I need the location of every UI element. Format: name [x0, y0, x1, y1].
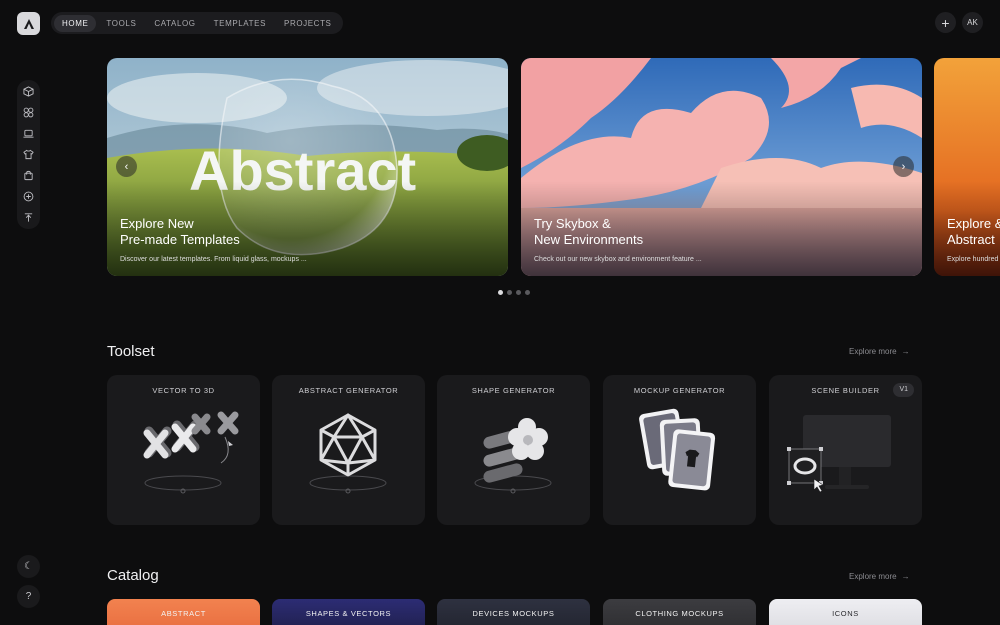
brand-logo[interactable] [17, 12, 40, 35]
hero-subtitle: Explore hundred [947, 256, 999, 263]
nav-catalog[interactable]: CATALOG [146, 15, 203, 32]
catalog-card-label: SHAPES & VECTORS [305, 609, 392, 618]
carousel-dot[interactable] [507, 290, 512, 295]
upload-icon [24, 213, 33, 222]
hero-title: Try Skybox & New Environments [534, 216, 644, 247]
sidebar-toolbar [17, 80, 40, 229]
explore-label: Explore more [849, 572, 897, 581]
moon-icon: ☾ [24, 561, 33, 572]
tool-vector-to-3d[interactable]: VECTOR TO 3D [107, 375, 260, 525]
laptop-icon [23, 129, 34, 138]
icosahedron-icon [309, 413, 387, 494]
sidebar-item-clothing[interactable] [22, 148, 35, 161]
chevron-right-icon: › [901, 160, 906, 173]
hero-subtitle: Check out our new skybox and environment… [534, 256, 702, 263]
catalog-card-shapes-vectors[interactable]: SHAPES & VECTORS [272, 599, 425, 625]
shape-icon [474, 418, 552, 494]
hero-title: Explore New Pre-made Templates [120, 216, 240, 247]
avatar-initials: AK [967, 18, 978, 27]
sidebar-item-shapes[interactable] [22, 106, 35, 119]
logo-mark-icon [23, 18, 34, 29]
catalog-card-label: ABSTRACT [161, 609, 206, 618]
tool-scene-builder[interactable]: SCENE BUILDER V1 [769, 375, 922, 525]
catalog-card-devices-mockups[interactable]: DEVICES MOCKUPS [437, 599, 590, 625]
tool-shape-generator[interactable]: SHAPE GENERATOR [437, 375, 590, 525]
toolset-title: Toolset [107, 343, 155, 360]
plus-icon: + [941, 14, 950, 31]
tool-abstract-generator[interactable]: ABSTRACT GENERATOR [272, 375, 425, 525]
carousel-prev-button[interactable]: ‹ [116, 156, 137, 177]
catalog-card-abstract[interactable]: ABSTRACT [107, 599, 260, 625]
hero-slide-templates[interactable]: Abstract Explore New Pre-made Templates … [107, 58, 508, 276]
carousel-dot[interactable] [516, 290, 521, 295]
catalog-card-clothing-mockups[interactable]: CLOTHING MOCKUPS [603, 599, 756, 625]
nav-home[interactable]: HOME [54, 14, 97, 32]
chevron-left-icon: ‹ [124, 160, 129, 173]
theme-toggle-button[interactable]: ☾ [17, 555, 40, 578]
shapes-icon [23, 107, 34, 118]
hero-slide-abstract[interactable]: Explore & Abstract Explore hundred [934, 58, 1000, 276]
nav-templates[interactable]: TEMPLATES [206, 15, 274, 32]
sidebar-item-devices[interactable] [22, 127, 35, 140]
mockup-cards-icon [639, 408, 716, 491]
tshirt-icon [23, 149, 34, 160]
add-button[interactable]: + [935, 12, 956, 33]
carousel-dot[interactable] [498, 290, 503, 295]
sidebar-item-upload[interactable] [22, 211, 35, 224]
sidebar-item-3d[interactable] [22, 85, 35, 98]
arrow-right-icon: → [901, 347, 910, 356]
avatar[interactable]: AK [962, 12, 983, 33]
vector-3d-icon [143, 411, 239, 494]
tool-mockup-generator[interactable]: MOCKUP GENERATOR [603, 375, 756, 525]
plus-circle-icon [23, 191, 34, 202]
explore-label: Explore more [849, 347, 897, 356]
help-icon: ? [25, 591, 32, 602]
bag-icon [24, 170, 33, 181]
carousel-dots [498, 290, 530, 295]
carousel-next-button[interactable]: › [893, 156, 914, 177]
sidebar-item-add[interactable] [22, 190, 35, 203]
catalog-card-label: DEVICES MOCKUPS [472, 609, 555, 618]
carousel-dot[interactable] [525, 290, 530, 295]
nav-tools[interactable]: TOOLS [98, 15, 144, 32]
catalog-card-icons[interactable]: ICONS [769, 599, 922, 625]
main-nav: HOME TOOLS CATALOG TEMPLATES PROJECTS [51, 12, 343, 34]
hero-subtitle: Discover our latest templates. From liqu… [120, 256, 307, 263]
help-button[interactable]: ? [17, 585, 40, 608]
catalog-explore-link[interactable]: Explore more → [849, 572, 910, 581]
arrow-right-icon: → [901, 572, 910, 581]
toolset-explore-link[interactable]: Explore more → [849, 347, 910, 356]
nav-projects[interactable]: PROJECTS [276, 15, 339, 32]
hero-title: Explore & Abstract [947, 216, 1000, 247]
catalog-card-label: ICONS [832, 609, 859, 618]
cube-icon [23, 86, 34, 97]
catalog-card-label: CLOTHING MOCKUPS [635, 609, 724, 618]
sidebar-item-packaging[interactable] [22, 169, 35, 182]
scene-icon [787, 415, 891, 493]
catalog-title: Catalog [107, 567, 159, 584]
hero-slide-skybox[interactable]: Try Skybox & New Environments Check out … [521, 58, 922, 276]
